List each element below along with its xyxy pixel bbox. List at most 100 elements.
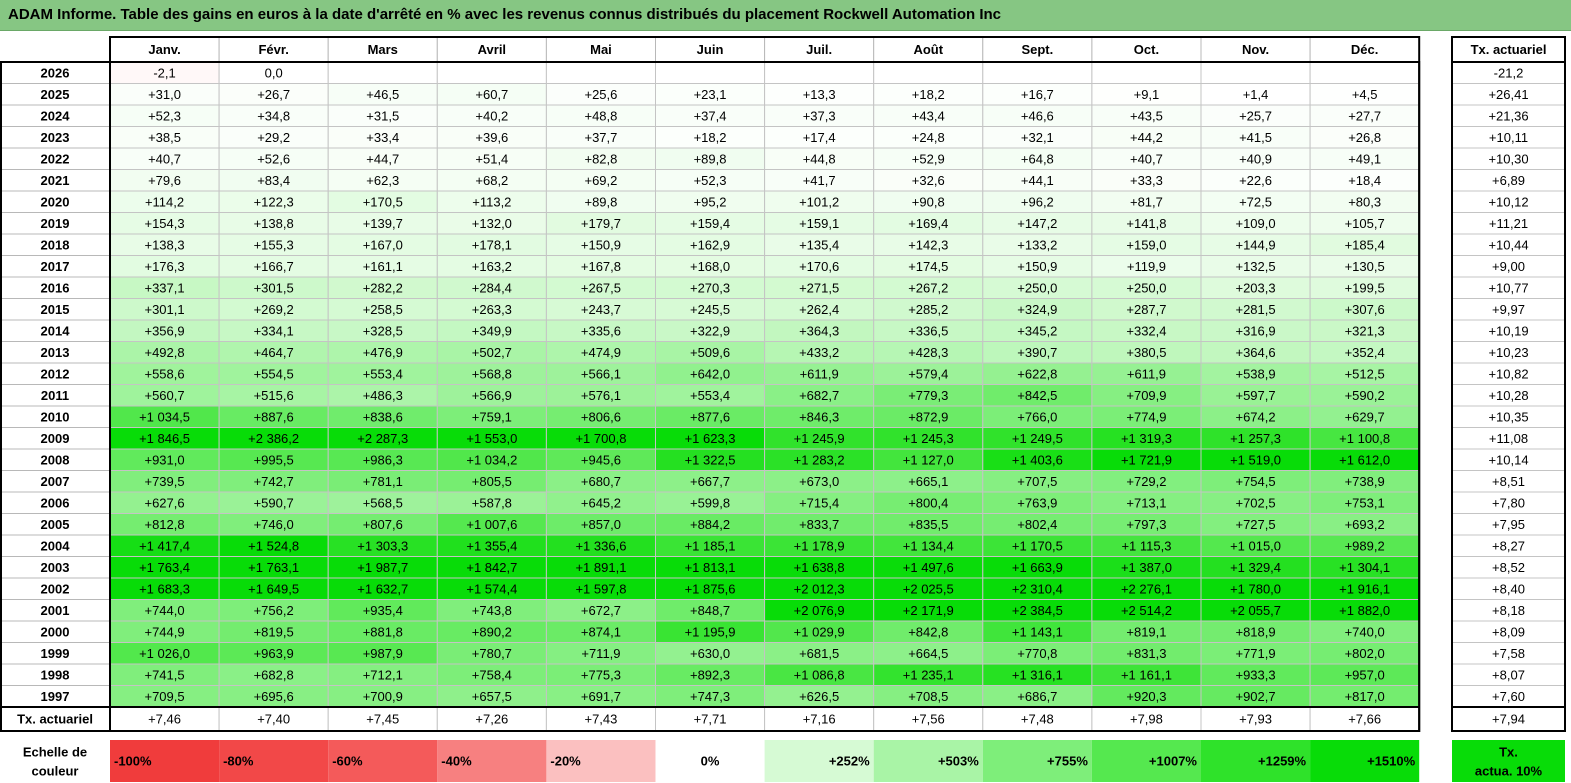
cell-value: +167,0 <box>363 237 403 252</box>
cell-value: +1 304,1 <box>1339 560 1390 575</box>
month-header: Janv. <box>148 42 180 57</box>
legend-label: +1259% <box>1258 754 1307 769</box>
cell-value: +176,3 <box>144 259 184 274</box>
cell-value: +185,4 <box>1345 237 1385 252</box>
cell-value: +41,5 <box>1239 130 1272 145</box>
cell-value: +199,5 <box>1345 280 1385 295</box>
table-cell <box>327 61 438 84</box>
month-header: Juil. <box>806 42 832 57</box>
cell-value: +89,8 <box>584 194 617 209</box>
legend-label: +1007% <box>1149 754 1198 769</box>
cell-value: +40,2 <box>475 108 508 123</box>
cell-value: +51,4 <box>475 151 508 166</box>
footer-value: +7,56 <box>912 712 945 727</box>
cell-value: +740,0 <box>1345 624 1385 639</box>
cell-value: +433,2 <box>799 345 839 360</box>
cell-value: +872,9 <box>908 409 948 424</box>
cell-value: +881,8 <box>363 624 403 639</box>
month-header: Juin <box>697 42 724 57</box>
rate-header: Tx. actuariel <box>1471 42 1547 57</box>
cell-value: +390,7 <box>1017 345 1057 360</box>
cell-value: +34,8 <box>257 108 290 123</box>
cell-value: +568,8 <box>472 366 512 381</box>
cell-value: +848,7 <box>690 603 730 618</box>
cell-value: +1 612,0 <box>1339 452 1390 467</box>
rate-value: +9,97 <box>1492 302 1525 317</box>
cell-value: +1 134,4 <box>903 538 954 553</box>
cell-value: +700,9 <box>363 689 403 704</box>
rate-value: +10,12 <box>1488 194 1528 209</box>
month-header: Avril <box>478 42 506 57</box>
year-label: 2019 <box>41 216 70 231</box>
cell-value: +884,2 <box>690 517 730 532</box>
cell-value: +1 763,1 <box>248 560 299 575</box>
cell-value: +332,4 <box>1126 323 1166 338</box>
cell-value: +599,8 <box>690 495 730 510</box>
legend-label: -20% <box>550 754 581 769</box>
cell-value: +1 161,1 <box>1121 667 1172 682</box>
cell-value: +920,3 <box>1126 689 1166 704</box>
cell-value: +1 303,3 <box>357 538 408 553</box>
table-cell <box>655 61 766 84</box>
rate-value: +10,19 <box>1488 323 1528 338</box>
cell-value: +709,9 <box>1126 388 1166 403</box>
cell-value: +682,7 <box>799 388 839 403</box>
cell-value: +49,1 <box>1348 151 1381 166</box>
year-label: 2013 <box>41 345 70 360</box>
year-label: 2011 <box>41 388 69 403</box>
cell-value: +44,1 <box>1021 173 1054 188</box>
cell-value: +154,3 <box>144 216 184 231</box>
cell-value: +25,6 <box>584 87 617 102</box>
cell-value: +105,7 <box>1345 216 1385 231</box>
cell-value: +1 663,9 <box>1012 560 1063 575</box>
cell-value: +538,9 <box>1235 366 1275 381</box>
cell-value: +1 249,5 <box>1012 431 1063 446</box>
footer-value: +7,45 <box>366 712 399 727</box>
cell-value: +1 597,8 <box>575 581 626 596</box>
cell-value: +169,4 <box>908 216 948 231</box>
rate-value: +8,51 <box>1492 474 1525 489</box>
cell-value: +680,7 <box>581 474 621 489</box>
cell-value: +945,6 <box>581 452 621 467</box>
legend-label: -60% <box>332 754 363 769</box>
cell-value: +138,3 <box>144 237 184 252</box>
cell-value: +890,2 <box>472 624 512 639</box>
cell-value: +576,1 <box>581 388 621 403</box>
cell-value: +931,0 <box>144 452 184 467</box>
cell-value: +1 574,4 <box>466 581 517 596</box>
cell-value: +38,5 <box>148 130 181 145</box>
cell-value: +135,4 <box>799 237 839 252</box>
cell-value: +269,2 <box>254 302 294 317</box>
cell-value: +989,2 <box>1345 538 1385 553</box>
rate-value: +10,35 <box>1488 409 1528 424</box>
cell-value: +72,5 <box>1239 194 1272 209</box>
cell-value: +113,2 <box>472 194 511 209</box>
cell-value: +502,7 <box>472 345 512 360</box>
table-cell <box>545 61 657 84</box>
month-header: Mars <box>368 42 398 57</box>
cell-value: +711,9 <box>581 646 620 661</box>
cell-value: +476,9 <box>363 345 403 360</box>
cell-value: +746,0 <box>254 517 294 532</box>
cell-value: -2,1 <box>153 65 175 80</box>
cell-value: +831,3 <box>1126 646 1166 661</box>
footer-value: +7,93 <box>1239 712 1272 727</box>
rate-value: +26,41 <box>1488 87 1528 102</box>
rate-value: +8,18 <box>1492 603 1525 618</box>
cell-value: +95,2 <box>694 194 727 209</box>
cell-value: +1 497,6 <box>903 560 954 575</box>
cell-value: +52,6 <box>257 151 290 166</box>
cell-value: +150,9 <box>1017 259 1057 274</box>
rate-value: +10,23 <box>1488 345 1528 360</box>
cell-value: +2 055,7 <box>1230 603 1281 618</box>
year-label: 2008 <box>41 452 70 467</box>
cell-value: +1 846,5 <box>139 431 190 446</box>
cell-value: +9,1 <box>1134 87 1160 102</box>
cell-value: +18,2 <box>912 87 945 102</box>
cell-value: +26,7 <box>257 87 290 102</box>
cell-value: +250,0 <box>1126 280 1166 295</box>
cell-value: +258,5 <box>363 302 403 317</box>
cell-value: +1 170,5 <box>1012 538 1063 553</box>
cell-value: +492,8 <box>144 345 184 360</box>
cell-value: +33,3 <box>1130 173 1163 188</box>
